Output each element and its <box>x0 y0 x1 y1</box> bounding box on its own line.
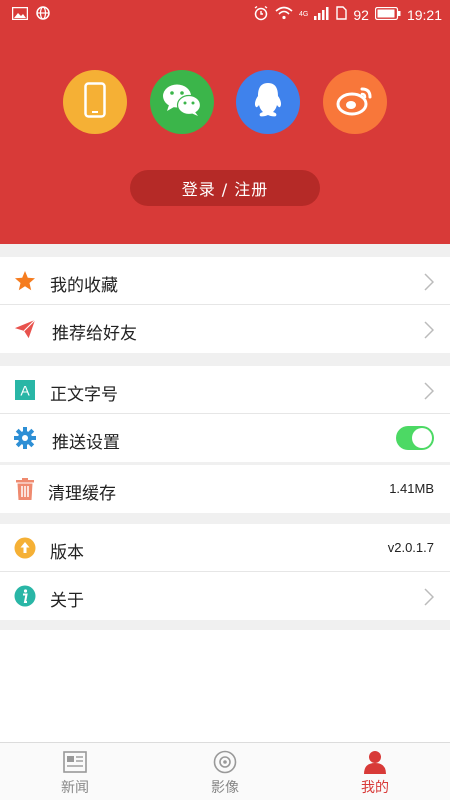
recommend-label: 推荐给好友 <box>52 324 137 344</box>
gear-icon <box>14 427 36 449</box>
battery-icon <box>374 6 401 23</box>
alarm-icon <box>253 5 269 24</box>
weibo-login-button[interactable] <box>323 70 387 134</box>
network-type-label: 4G <box>299 11 309 18</box>
sim-icon <box>336 6 348 23</box>
weibo-icon <box>336 84 374 120</box>
font-size-label: 正文字号 <box>50 385 118 405</box>
login-register-button[interactable]: 登录 / 注册 <box>130 170 320 206</box>
chevron-right-icon <box>424 588 435 610</box>
recommend-row[interactable]: 推荐给好友 <box>0 305 450 353</box>
nav-tab-news[interactable]: 新闻 <box>35 749 115 797</box>
qq-icon <box>251 81 285 123</box>
menu-group-cache: 清理缓存 1.41MB <box>0 465 450 513</box>
phone-icon <box>84 82 106 122</box>
empty-content-area <box>0 630 450 742</box>
favorites-label: 我的收藏 <box>50 276 118 296</box>
wechat-icon <box>162 83 202 121</box>
font-size-row[interactable]: A 正文字号 <box>0 366 450 414</box>
menu-group-favorites: 我的收藏 推荐给好友 <box>0 257 450 353</box>
version-label: 版本 <box>50 543 84 563</box>
menu-group-about: 版本 v2.0.1.7 关于 <box>0 524 450 620</box>
wifi-icon <box>275 6 293 23</box>
chevron-right-icon <box>424 273 435 295</box>
nav-news-label: 新闻 <box>61 780 89 796</box>
chevron-right-icon <box>424 321 435 343</box>
battery-percent: 92 <box>353 6 369 23</box>
wechat-login-button[interactable] <box>150 70 214 134</box>
globe-icon <box>36 6 50 23</box>
info-icon <box>14 585 36 607</box>
trash-icon <box>14 478 36 500</box>
nav-tab-mine[interactable]: 我的 <box>335 749 415 797</box>
profile-header: 登录 / 注册 <box>0 28 450 244</box>
svg-text:A: A <box>20 383 30 399</box>
clear-cache-label: 清理缓存 <box>48 484 116 504</box>
paper-plane-icon <box>14 318 36 340</box>
camera-icon <box>212 749 238 775</box>
version-row[interactable]: 版本 v2.0.1.7 <box>0 524 450 572</box>
chevron-right-icon <box>424 382 435 404</box>
nav-image-label: 影像 <box>211 780 239 796</box>
version-value: v2.0.1.7 <box>387 540 434 555</box>
toggle-knob <box>412 428 432 448</box>
image-icon <box>11 6 29 23</box>
nav-mine-label: 我的 <box>361 780 389 796</box>
status-bar: 4G 92 19:21 <box>0 0 450 28</box>
font-size-icon: A <box>14 379 36 401</box>
upgrade-icon <box>14 537 36 559</box>
push-toggle[interactable] <box>396 426 434 450</box>
about-label: 关于 <box>50 591 84 611</box>
star-icon <box>14 270 36 292</box>
clear-cache-row[interactable]: 清理缓存 1.41MB <box>0 465 450 513</box>
push-settings-row: 推送设置 <box>0 414 450 462</box>
bottom-navigation: 新闻 影像 我的 <box>0 742 450 800</box>
menu-group-settings: A 正文字号 推送设置 <box>0 366 450 462</box>
user-icon <box>362 749 388 775</box>
phone-login-button[interactable] <box>63 70 127 134</box>
newspaper-icon <box>62 749 88 775</box>
qq-login-button[interactable] <box>236 70 300 134</box>
clock: 19:21 <box>406 6 442 23</box>
signal-icon <box>314 6 330 23</box>
favorites-row[interactable]: 我的收藏 <box>0 257 450 305</box>
nav-tab-image[interactable]: 影像 <box>185 749 265 797</box>
about-row[interactable]: 关于 <box>0 572 450 620</box>
push-settings-label: 推送设置 <box>52 433 120 453</box>
cache-size-value: 1.41MB <box>389 481 434 496</box>
